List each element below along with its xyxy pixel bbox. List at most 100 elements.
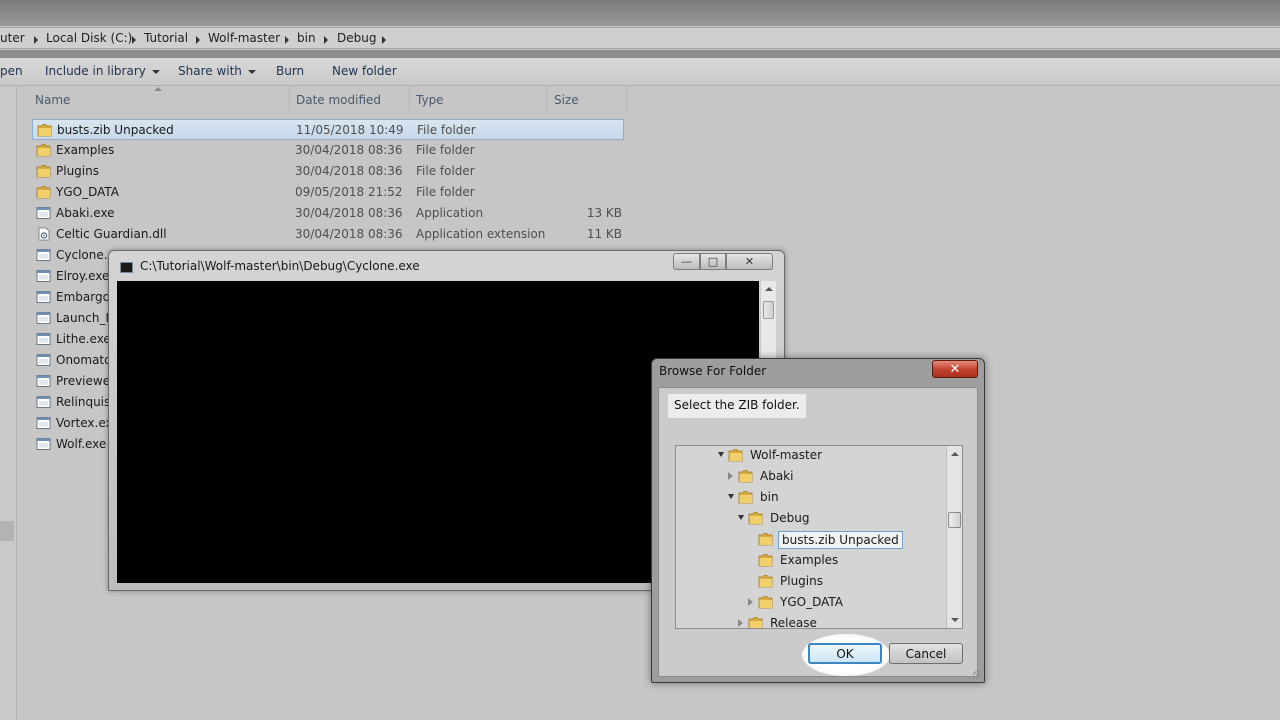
dialog-close-button[interactable]: ✕ [932, 360, 978, 378]
folder-tree-scrollbar[interactable] [946, 446, 962, 628]
command-bar: pen Include in library Share with Burn N… [0, 58, 1280, 86]
file-name: YGO_DATA [56, 185, 119, 199]
application-icon [36, 248, 51, 262]
file-type: Application extension [416, 227, 546, 241]
application-icon [36, 395, 51, 409]
column-divider[interactable] [289, 87, 290, 111]
breadcrumb-computer[interactable]: uter [0, 31, 25, 45]
file-name: Wolf.exe [56, 437, 107, 451]
application-icon [36, 206, 51, 220]
breadcrumb-debug[interactable]: Debug [337, 31, 376, 45]
include-in-library-button[interactable]: Include in library [45, 64, 160, 78]
folder-icon [758, 553, 773, 567]
column-divider[interactable] [546, 87, 547, 111]
minimize-icon: — [681, 255, 692, 268]
breadcrumb-bin[interactable]: bin [297, 31, 316, 45]
console-scrollbar-thumb[interactable] [763, 301, 774, 319]
file-type: Application [416, 206, 484, 220]
maximize-button[interactable]: □ [700, 253, 726, 270]
navigation-pane[interactable] [0, 87, 17, 720]
tree-node-label: Plugins [780, 574, 823, 588]
folder-icon [738, 469, 753, 483]
breadcrumb-separator-icon[interactable] [196, 36, 200, 44]
breadcrumb-separator-icon[interactable] [285, 36, 289, 44]
navigation-pane-selected-item[interactable] [0, 521, 14, 541]
close-icon: ✕ [744, 255, 755, 268]
column-header-type[interactable]: Type [416, 93, 444, 107]
file-type: File folder [416, 143, 475, 157]
collapsed-arrow-icon[interactable] [728, 472, 733, 480]
collapsed-arrow-icon[interactable] [738, 619, 743, 627]
file-size: 13 KB [586, 206, 622, 220]
open-button[interactable]: pen [0, 64, 23, 78]
sort-ascending-icon [154, 87, 162, 91]
maximize-icon: □ [707, 255, 719, 268]
file-type: File folder [416, 185, 475, 199]
include-in-library-label: Include in library [45, 64, 146, 78]
folder-icon [36, 185, 51, 199]
burn-button[interactable]: Burn [276, 64, 304, 78]
file-name: Elroy.exe [56, 269, 110, 283]
folder-icon [748, 511, 763, 525]
column-header-date-modified[interactable]: Date modified [296, 93, 381, 107]
file-date-modified: 30/04/2018 08:36 [295, 227, 403, 241]
folder-icon [758, 532, 773, 546]
dll-icon [36, 227, 51, 241]
scroll-up-arrow-icon[interactable] [765, 287, 773, 291]
column-header-name[interactable]: Name [35, 93, 70, 107]
expanded-arrow-icon[interactable] [718, 452, 724, 457]
file-row[interactable]: Abaki.exe 30/04/2018 08:36 Application 13 K… [32, 203, 624, 224]
ok-button[interactable]: OK [808, 643, 882, 664]
file-row[interactable]: Examples 30/04/2018 08:36 File folder [32, 140, 624, 161]
tree-node-label: Wolf-master [750, 448, 823, 462]
breadcrumb-separator-icon[interactable] [382, 36, 386, 44]
application-icon [36, 311, 51, 325]
resize-grip-icon[interactable] [973, 671, 981, 679]
file-row[interactable]: busts.zib Unpacked 11/05/2018 10:49 File f… [32, 119, 624, 140]
dialog-body: Select the ZIB folder. Wolf-master Abaki b… [658, 387, 978, 677]
browse-for-folder-dialog[interactable]: Browse For Folder ✕ Select the ZIB folde… [651, 358, 985, 683]
cancel-button[interactable]: Cancel [889, 643, 963, 664]
application-icon [36, 374, 51, 388]
file-row[interactable]: Celtic Guardian.dll 30/04/2018 08:36 Appli… [32, 224, 624, 245]
file-name: Abaki.exe [56, 206, 115, 220]
file-date-modified: 30/04/2018 08:36 [295, 206, 403, 220]
file-name: Lithe.exe [56, 332, 111, 346]
column-header-size[interactable]: Size [554, 93, 579, 107]
address-bar[interactable]: uter Local Disk (C:) Tutorial Wolf-maste… [0, 27, 1280, 49]
column-divider[interactable] [626, 87, 627, 111]
scroll-up-arrow-icon[interactable] [951, 452, 959, 456]
file-row[interactable]: YGO_DATA 09/05/2018 21:52 File folder [32, 182, 624, 203]
collapsed-arrow-icon[interactable] [748, 598, 753, 606]
breadcrumb-tutorial[interactable]: Tutorial [144, 31, 188, 45]
file-size: 11 KB [586, 227, 622, 241]
column-divider[interactable] [409, 87, 410, 111]
file-name: Plugins [56, 164, 99, 178]
breadcrumb-separator-icon[interactable] [34, 36, 38, 44]
breadcrumb-separator-icon[interactable] [132, 36, 136, 44]
breadcrumb-wolf-master[interactable]: Wolf-master [208, 31, 280, 45]
application-icon [36, 437, 51, 451]
address-bar-border [0, 50, 1280, 58]
tree-node-label: Debug [770, 511, 810, 525]
file-name: Examples [56, 143, 115, 157]
scroll-down-arrow-icon[interactable] [951, 618, 959, 622]
breadcrumb-separator-icon[interactable] [324, 36, 328, 44]
file-date-modified: 09/05/2018 21:52 [295, 185, 403, 199]
application-icon [36, 332, 51, 346]
tree-node-label: Examples [780, 553, 839, 567]
minimize-button[interactable]: — [673, 253, 700, 270]
new-folder-button[interactable]: New folder [332, 64, 397, 78]
console-close-button[interactable]: ✕ [726, 253, 773, 270]
console-app-icon [120, 262, 133, 273]
expanded-arrow-icon[interactable] [728, 494, 734, 499]
file-date-modified: 30/04/2018 08:36 [295, 143, 403, 157]
expanded-arrow-icon[interactable] [738, 515, 744, 520]
breadcrumb-local-disk[interactable]: Local Disk (C:) [46, 31, 132, 45]
folder-icon [738, 490, 753, 504]
tree-node-label: Abaki [760, 469, 794, 483]
file-row[interactable]: Plugins 30/04/2018 08:36 File folder [32, 161, 624, 182]
folder-tree-scrollbar-thumb[interactable] [948, 512, 961, 528]
share-with-button[interactable]: Share with [178, 64, 256, 78]
folder-tree[interactable]: Wolf-master Abaki bin Debug busts.zib Unpack… [675, 445, 963, 629]
